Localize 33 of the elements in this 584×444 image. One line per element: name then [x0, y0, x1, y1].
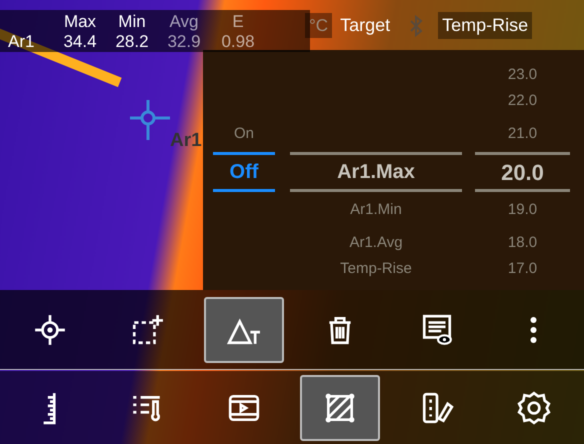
value-option[interactable]: 22.0 [475, 86, 570, 116]
target-option[interactable]: Temp-Rise [290, 258, 462, 280]
more-icon [530, 316, 538, 344]
value-option[interactable]: 17.0 [475, 258, 570, 280]
table-cell-text: 34.4 [62, 32, 98, 52]
column-header: E [231, 12, 245, 32]
target-option[interactable]: Ar1.Max [290, 152, 462, 192]
value-option[interactable]: 21.0 [475, 116, 570, 152]
toolbar-button[interactable] [300, 374, 380, 440]
column-header: Avg [168, 12, 200, 32]
column-header: Min [117, 12, 147, 32]
switch-option[interactable]: Off [213, 152, 275, 192]
crosshair-icon [130, 100, 170, 140]
switch-option[interactable]: On [213, 116, 275, 152]
target-option[interactable]: Ar1.Min [290, 192, 462, 228]
target-option[interactable]: Ar1.Avg [290, 228, 462, 258]
bluetooth-icon [408, 14, 424, 38]
table-cell-text: 32.9 [166, 32, 202, 52]
row-label: Ar1 [8, 32, 36, 52]
hatched-area-icon [323, 390, 358, 424]
settings-icon [516, 390, 551, 424]
table-cell-text: 28.2 [114, 32, 150, 52]
unit-label: °C [305, 12, 332, 38]
value-option[interactable]: 19.0 [475, 192, 570, 228]
temp-rise-label: Temp-Rise [438, 12, 532, 39]
table-cell-text: 0.98 [220, 32, 256, 52]
crosshair-icon [33, 312, 68, 346]
column-header: Max [62, 12, 98, 32]
value-option[interactable]: 20.0 [475, 152, 570, 192]
value-option[interactable]: 23.0 [475, 64, 570, 86]
toolbar-button[interactable] [204, 296, 284, 362]
value-option[interactable]: 18.0 [475, 228, 570, 258]
target-label: Target [340, 14, 390, 37]
